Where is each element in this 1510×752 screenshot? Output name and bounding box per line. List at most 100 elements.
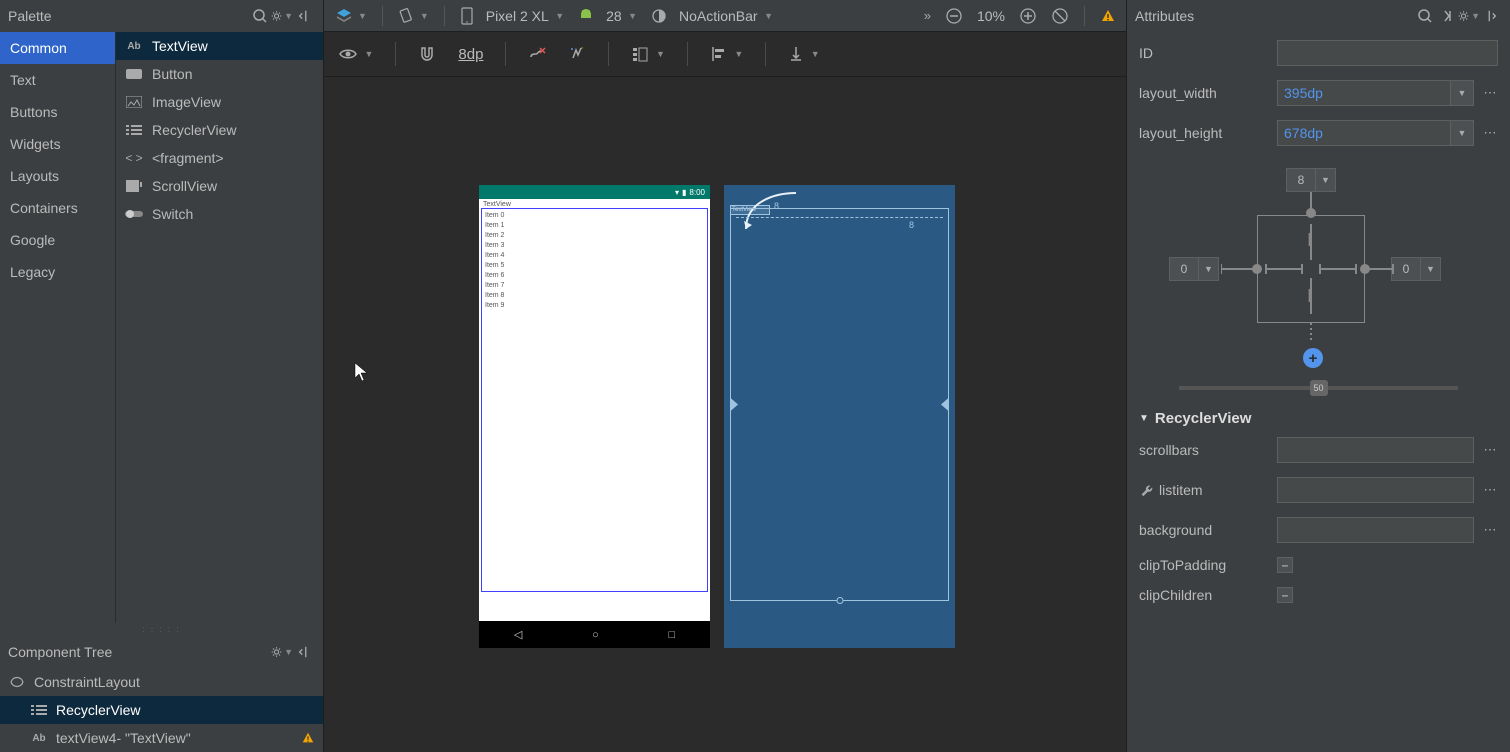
dropdown-button[interactable]: ▼ [1450,80,1474,106]
palette-item[interactable]: ScrollView [116,172,323,200]
guidelines-icon[interactable]: ▼ [786,43,821,65]
tree-node[interactable]: ConstraintLayout [0,668,323,696]
expand-icon[interactable] [1436,5,1458,27]
bias-slider[interactable]: 50 [1179,386,1458,390]
attr-input-background[interactable] [1277,517,1474,543]
constraint-left-value[interactable]: 0 [1169,257,1199,281]
pack-icon[interactable]: ▼ [629,43,666,65]
overflow-icon[interactable]: » [922,6,933,25]
constraint-top-value[interactable]: 8 [1286,168,1316,192]
palette-category[interactable]: Text [0,64,115,96]
palette-item[interactable]: Switch [116,200,323,228]
magnet-icon[interactable] [416,43,438,65]
tree-node[interactable]: AbtextView4- "TextView" [0,724,323,752]
default-margin[interactable]: 8dp [456,44,485,65]
clear-constraints-icon[interactable] [526,43,548,65]
warning-icon[interactable] [301,731,315,745]
zoom-in-icon[interactable] [1017,5,1039,27]
constraint-connector-top [1307,192,1315,212]
palette-category[interactable]: Google [0,224,115,256]
gear-icon[interactable]: ▼ [271,641,293,663]
checkbox-clipchildren[interactable]: – [1277,587,1293,603]
api-selector[interactable]: 28 ▼ [576,6,639,26]
add-constraint-button[interactable]: + [1303,348,1323,368]
design-surface[interactable]: ▾ ▮ 8:00 TextView Item 0Item 1Item 2Item… [324,77,1126,752]
warning-icon[interactable] [1098,6,1118,26]
center-area: ▼ ▼ Pixel 2 XL ▼ 28 ▼ NoActionBar ▼ » 10… [324,0,1126,752]
collapse-icon[interactable] [293,5,315,27]
phone-nav-bar: ◁ ○ □ [479,621,710,648]
collapse-right-icon[interactable] [1480,5,1502,27]
palette-category[interactable]: Widgets [0,128,115,160]
blueprint-selection[interactable] [730,208,949,601]
search-icon[interactable] [1414,5,1436,27]
constraint-top-input[interactable]: 8 ▼ [1286,168,1336,192]
dropdown-button[interactable]: ▼ [1199,257,1219,281]
dropdown-button[interactable]: ▼ [1316,168,1336,192]
more-icon[interactable]: ⋯ [1482,85,1498,101]
list-icon [30,704,48,716]
tree-node[interactable]: RecyclerView [0,696,323,724]
palette-category[interactable]: Buttons [0,96,115,128]
constraint-connector-left [1221,264,1257,274]
more-icon[interactable]: ⋯ [1482,522,1498,538]
blueprint-handle-bottom[interactable] [836,597,843,604]
palette-category[interactable]: Common [0,32,115,64]
attr-input-scrollbars[interactable] [1277,437,1474,463]
constraint-right-value[interactable]: 0 [1391,257,1421,281]
palette-item[interactable]: ImageView [116,88,323,116]
palette-category[interactable]: Containers [0,192,115,224]
layers-icon[interactable]: ▼ [332,4,369,28]
device-selector[interactable]: Pixel 2 XL ▼ [458,5,566,27]
palette-item-label: Button [152,66,192,82]
list-item: Item 3 [485,241,704,251]
blueprint-preview[interactable]: TextView 8 8 [724,185,955,648]
gear-icon[interactable]: ▼ [271,5,293,27]
align-icon[interactable]: ▼ [708,43,745,65]
more-icon[interactable]: ⋯ [1482,482,1498,498]
panel-resize-handle[interactable]: : : : : : [0,623,323,636]
palette-item[interactable]: RecyclerView [116,116,323,144]
palette-item[interactable]: Button [116,60,323,88]
more-icon[interactable]: ⋯ [1482,125,1498,141]
blueprint-handle-left[interactable] [730,398,738,412]
dropdown-button[interactable]: ▼ [1450,120,1474,146]
attr-input-id[interactable] [1277,40,1498,66]
gear-icon[interactable]: ▼ [1458,5,1480,27]
palette-category[interactable]: Layouts [0,160,115,192]
dropdown-button[interactable]: ▼ [1421,257,1441,281]
bias-value[interactable]: 50 [1310,380,1328,396]
palette-item[interactable]: < ><fragment> [116,144,323,172]
attr-input-listitem[interactable] [1277,477,1474,503]
switch-icon [124,209,144,219]
search-icon[interactable] [249,5,271,27]
checkbox-cliptopadding[interactable]: – [1277,557,1293,573]
infer-constraints-icon[interactable] [566,43,588,65]
view-options-icon[interactable]: ▼ [336,45,375,63]
attr-input-layout-width[interactable]: 395dp [1277,80,1450,106]
recyclerview-preview[interactable]: Item 0Item 1Item 2Item 3Item 4Item 5Item… [481,208,708,592]
attr-label-layout-width: layout_width [1139,85,1269,101]
orientation-icon[interactable]: ▼ [396,5,431,27]
theme-selector[interactable]: NoActionBar ▼ [649,6,775,26]
palette-category[interactable]: Legacy [0,256,115,288]
constraint-left-input[interactable]: 0 ▼ [1169,257,1219,281]
constraint-widget[interactable]: 8 ▼ 0 ▼ 0 ▼ I [1139,160,1498,390]
left-panel: Palette ▼ CommonTextButtonsWidgetsLayout… [0,0,324,752]
attr-label-background: background [1139,522,1269,538]
zoom-out-icon[interactable] [943,5,965,27]
blueprint-handle-right[interactable] [941,398,949,412]
tree-node-label: textView4- "TextView" [56,730,191,746]
more-icon[interactable]: ⋯ [1482,442,1498,458]
palette-item[interactable]: AbTextView [116,32,323,60]
textview-icon: Ab [124,41,144,52]
zoom-level[interactable]: 10% [975,6,1007,26]
button-icon [124,69,144,79]
constraint-right-input[interactable]: 0 ▼ [1391,257,1441,281]
attr-row-layout-height: layout_height 678dp ▼ ⋯ [1139,120,1498,146]
collapse-icon[interactable] [293,641,315,663]
zoom-fit-icon[interactable] [1049,5,1071,27]
design-preview[interactable]: ▾ ▮ 8:00 TextView Item 0Item 1Item 2Item… [479,185,710,648]
section-recyclerview[interactable]: ▼ RecyclerView [1139,402,1498,437]
attr-input-layout-height[interactable]: 678dp [1277,120,1450,146]
